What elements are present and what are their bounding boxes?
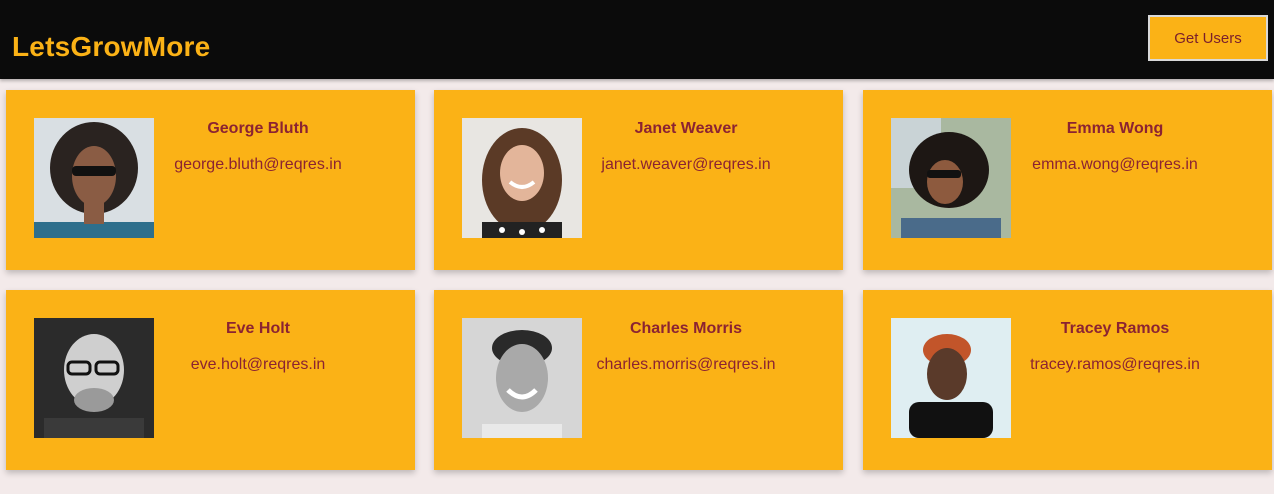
user-avatar bbox=[891, 118, 1011, 238]
user-name: Emma Wong bbox=[1066, 120, 1164, 137]
user-avatar bbox=[891, 318, 1011, 438]
user-avatar bbox=[34, 318, 154, 438]
user-name: Tracey Ramos bbox=[1060, 320, 1170, 337]
user-email: eve.holt@reqres.in bbox=[190, 356, 326, 373]
get-users-button[interactable]: Get Users bbox=[1148, 15, 1268, 61]
user-email: janet.weaver@reqres.in bbox=[601, 156, 771, 173]
navbar: LetsGrowMore Get Users bbox=[0, 0, 1274, 79]
user-email: george.bluth@reqres.in bbox=[174, 156, 342, 173]
user-avatar bbox=[462, 118, 582, 238]
user-name: George Bluth bbox=[207, 120, 309, 137]
user-card: George Bluth george.bluth@reqres.in bbox=[6, 90, 415, 270]
user-card: Tracey Ramos tracey.ramos@reqres.in bbox=[863, 290, 1272, 470]
user-name: Janet Weaver bbox=[634, 120, 738, 137]
user-email: emma.wong@reqres.in bbox=[1032, 156, 1198, 173]
user-card: Emma Wong emma.wong@reqres.in bbox=[863, 90, 1272, 270]
user-email: tracey.ramos@reqres.in bbox=[1030, 356, 1200, 373]
user-avatar bbox=[34, 118, 154, 238]
brand-logo-text: LetsGrowMore bbox=[12, 31, 211, 62]
user-name: Eve Holt bbox=[225, 320, 290, 337]
user-card: Eve Holt eve.holt@reqres.in bbox=[6, 290, 415, 470]
user-avatar bbox=[462, 318, 582, 438]
user-card: Janet Weaver janet.weaver@reqres.in bbox=[434, 90, 843, 270]
user-email: charles.morris@reqres.in bbox=[596, 356, 776, 373]
user-card: Charles Morris charles.morris@reqres.in bbox=[434, 290, 843, 470]
user-name: Charles Morris bbox=[629, 320, 743, 337]
